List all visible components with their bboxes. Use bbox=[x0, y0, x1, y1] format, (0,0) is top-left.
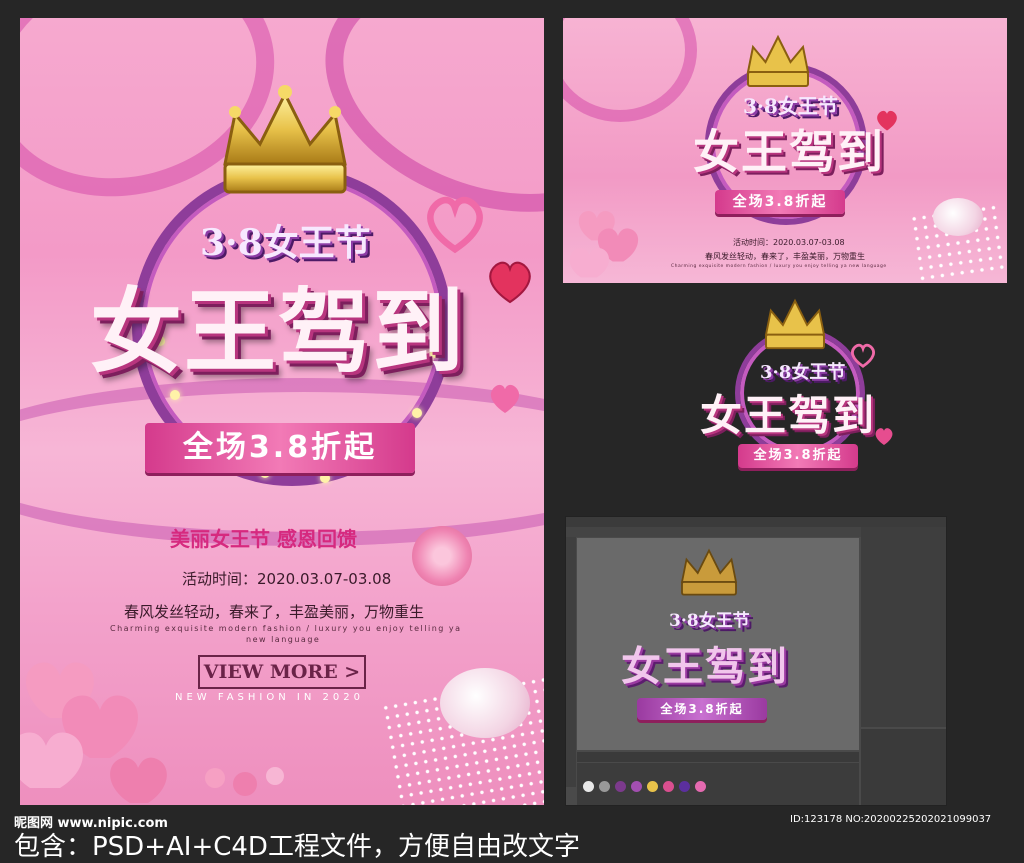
event-time: 活动时间：2020.03.07-03.08 bbox=[182, 570, 392, 588]
flower-decoration bbox=[200, 758, 290, 798]
gift-bow bbox=[933, 198, 983, 236]
subtitle-qnjie: 3·8女王节 bbox=[743, 94, 838, 118]
ring-bulb bbox=[320, 473, 330, 483]
slogan: 春风发丝轻动，春来了，丰盈美丽，万物重生 bbox=[705, 252, 865, 261]
heart-balloons-icon bbox=[569, 210, 639, 278]
english-line: Charming exquisite modern fashion / luxu… bbox=[671, 264, 887, 269]
viewport-subtitle: 3·8女王节 bbox=[669, 611, 750, 631]
outline-heart-icon bbox=[851, 343, 875, 368]
material-ball[interactable] bbox=[615, 781, 626, 792]
bottom-caption: 包含：PSD+AI+C4D工程文件，方便自由改文字 bbox=[14, 832, 580, 862]
discount-banner: 全场3.8折起 bbox=[738, 444, 858, 468]
viewport-title: 女王驾到 bbox=[621, 643, 789, 690]
flower-icon bbox=[205, 767, 284, 796]
english-line-1: Charming exquisite modern fashion / luxu… bbox=[110, 624, 462, 633]
rose-decoration bbox=[412, 526, 472, 586]
crown-icon bbox=[764, 298, 826, 350]
c4d-attribute-panel[interactable] bbox=[861, 729, 946, 805]
material-ball[interactable] bbox=[647, 781, 658, 792]
main-title: 女王驾到 bbox=[693, 125, 885, 179]
c4d-menubar[interactable] bbox=[566, 517, 946, 527]
material-ball[interactable] bbox=[663, 781, 674, 792]
c4d-left-tools[interactable] bbox=[566, 537, 576, 787]
main-title: 女王驾到 bbox=[90, 278, 467, 386]
event-time: 活动时间：2020.03.07-03.08 bbox=[733, 238, 845, 247]
main-poster: 3·8女王节 女王驾到 全场3.8折起 美丽女王节 感恩回馈 活动时间：2020… bbox=[20, 18, 544, 805]
ring-bulb bbox=[412, 408, 422, 418]
c4d-timeline[interactable] bbox=[577, 752, 859, 762]
material-ball[interactable] bbox=[583, 781, 594, 792]
red-heart-balloon-icon bbox=[489, 261, 531, 304]
tagline: 美丽女王节 感恩回馈 bbox=[170, 527, 357, 551]
viewport-banner: 全场3.8折起 bbox=[637, 698, 767, 720]
ribbon-left bbox=[563, 18, 697, 122]
gift-bow bbox=[440, 668, 530, 738]
material-ball[interactable] bbox=[679, 781, 690, 792]
c4d-viewport[interactable]: 3·8女王节 女王驾到 全场3.8折起 bbox=[577, 538, 859, 750]
landscape-poster: 3·8女王节 女王驾到 全场3.8折起 活动时间：2020.03.07-03.0… bbox=[563, 18, 1007, 283]
material-ball[interactable] bbox=[631, 781, 642, 792]
heart-balloons-icon bbox=[20, 662, 167, 803]
c4d-material-bar[interactable] bbox=[577, 763, 859, 805]
discount-banner: 全场3.8折起 bbox=[715, 190, 845, 214]
slogan: 春风发丝轻动，春来了，丰盈美丽，万物重生 bbox=[124, 603, 425, 621]
discount-banner: 全场3.8折起 bbox=[145, 423, 415, 473]
outline-heart-icon bbox=[427, 196, 483, 254]
pink-heart-icon bbox=[875, 428, 893, 445]
ring-bulb bbox=[170, 390, 180, 400]
c4d-object-panel[interactable] bbox=[861, 527, 946, 727]
new-fashion-text: NEW FASHION IN 2020 bbox=[175, 692, 364, 703]
red-heart-icon bbox=[877, 110, 897, 131]
crown-icon bbox=[680, 548, 738, 596]
subtitle-qnjie: 3·8女王节 bbox=[760, 362, 846, 383]
view-more-button[interactable]: VIEW MORE > bbox=[198, 655, 366, 689]
standalone-3d-logo: 3·8女王节 女王驾到 全场3.8折起 bbox=[660, 296, 930, 492]
material-ball[interactable] bbox=[599, 781, 610, 792]
crown-icon bbox=[223, 85, 347, 194]
image-id-text: ID:123178 NO:20200225202021099037 bbox=[790, 814, 992, 825]
c4d-project-window: 3·8女王节 女王驾到 全场3.8折起 bbox=[565, 516, 947, 806]
heart-balloons-cluster bbox=[563, 198, 673, 283]
pink-heart-icon bbox=[490, 384, 520, 413]
main-title: 女王驾到 bbox=[700, 391, 877, 440]
crown-icon bbox=[746, 34, 810, 87]
english-line-2: new language bbox=[246, 635, 321, 644]
heart-balloons-cluster bbox=[20, 638, 190, 805]
material-ball[interactable] bbox=[695, 781, 706, 792]
